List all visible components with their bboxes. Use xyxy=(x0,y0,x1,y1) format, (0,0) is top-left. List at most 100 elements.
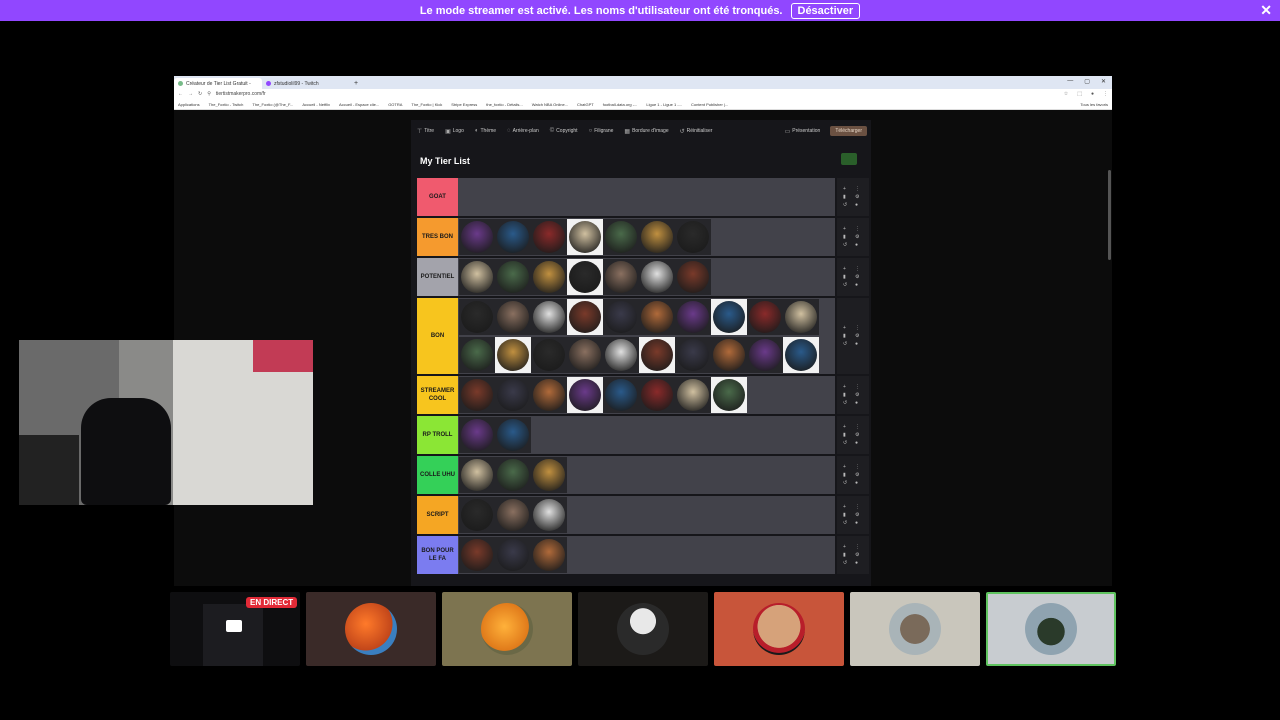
streamer-avatar[interactable] xyxy=(459,497,495,533)
streamer-avatar[interactable] xyxy=(747,337,783,373)
streamer-avatar[interactable] xyxy=(567,219,603,255)
maximize-icon[interactable]: ▢ xyxy=(1084,78,1090,85)
streamer-avatar[interactable] xyxy=(495,537,531,573)
delete-icon[interactable]: ▮ xyxy=(843,274,851,280)
bookmark-item[interactable]: The_Foxtio - Twitch xyxy=(209,102,244,107)
settings-icon[interactable]: ⚙ xyxy=(855,333,863,339)
color-icon[interactable]: ● xyxy=(855,560,863,566)
browser-tab-twitch[interactable]: zfstudiolil99 - Twitch xyxy=(262,78,350,89)
reset-icon[interactable]: ↺ xyxy=(843,520,851,526)
add-icon[interactable]: + xyxy=(843,325,851,331)
settings-icon[interactable]: ⚙ xyxy=(855,392,863,398)
streamer-avatar[interactable] xyxy=(675,377,711,413)
bookmark-star-icon[interactable]: ☆ xyxy=(1064,91,1068,97)
reset-icon[interactable]: ↺ xyxy=(843,202,851,208)
delete-icon[interactable]: ▮ xyxy=(843,432,851,438)
streamer-avatar[interactable] xyxy=(531,299,567,335)
download-button[interactable]: Télécharger xyxy=(830,126,867,136)
participant-tile[interactable] xyxy=(850,592,980,666)
color-icon[interactable]: ● xyxy=(855,202,863,208)
reset-icon[interactable]: ↺ xyxy=(843,480,851,486)
color-icon[interactable]: ● xyxy=(855,440,863,446)
streamer-avatar[interactable] xyxy=(747,299,783,335)
toolbar-filigrane-button[interactable]: ○ Filigrane xyxy=(589,128,614,134)
add-icon[interactable]: + xyxy=(843,464,851,470)
streamer-avatar[interactable] xyxy=(639,377,675,413)
settings-icon[interactable]: ⚙ xyxy=(855,552,863,558)
settings-icon[interactable]: ⚙ xyxy=(855,512,863,518)
streamer-avatar[interactable] xyxy=(459,259,495,295)
streamer-avatar[interactable] xyxy=(459,377,495,413)
add-icon[interactable]: + xyxy=(843,384,851,390)
streamer-avatar[interactable] xyxy=(711,377,747,413)
add-icon[interactable]: + xyxy=(843,504,851,510)
move-icon[interactable]: ⋮ xyxy=(855,544,863,550)
settings-icon[interactable]: ⚙ xyxy=(855,274,863,280)
reload-icon[interactable]: ↻ xyxy=(198,91,202,97)
participant-tile[interactable] xyxy=(306,592,436,666)
bookmark-item[interactable]: Accueil - Espace clie... xyxy=(339,102,379,107)
tier-label[interactable]: RP TROLL xyxy=(417,416,458,454)
toolbar-arri-re-plan-button[interactable]: ◌ Arrière-plan xyxy=(507,128,539,134)
streamer-avatar[interactable] xyxy=(495,497,531,533)
browser-tab-tierlist[interactable]: Créateur de Tier List Gratuit - xyxy=(174,78,262,89)
toolbar-r-initialiser-button[interactable]: ↺ Réinitialiser xyxy=(680,128,713,135)
reset-icon[interactable]: ↺ xyxy=(843,400,851,406)
streamer-avatar[interactable] xyxy=(639,219,675,255)
tier-label[interactable]: POTENTIEL xyxy=(417,258,458,296)
streamer-avatar[interactable] xyxy=(603,299,639,335)
bookmark-item[interactable]: the_foxtio - Détails... xyxy=(486,102,522,107)
streamer-avatar[interactable] xyxy=(675,259,711,295)
color-icon[interactable]: ● xyxy=(855,242,863,248)
streamer-avatar[interactable] xyxy=(495,259,531,295)
bookmark-item[interactable]: Ligue 1 - Ligue 1 -... xyxy=(646,102,682,107)
streamer-avatar[interactable] xyxy=(495,337,531,373)
move-icon[interactable]: ⋮ xyxy=(855,464,863,470)
add-icon[interactable]: + xyxy=(843,424,851,430)
delete-icon[interactable]: ▮ xyxy=(843,552,851,558)
streamer-avatar[interactable] xyxy=(531,377,567,413)
streamer-avatar[interactable] xyxy=(711,299,747,335)
move-icon[interactable]: ⋮ xyxy=(855,325,863,331)
bookmark-item[interactable]: ChatGPT xyxy=(577,102,594,107)
streamer-avatar[interactable] xyxy=(783,337,819,373)
streamer-avatar[interactable] xyxy=(603,219,639,255)
streamer-avatar[interactable] xyxy=(711,337,747,373)
new-tab-icon[interactable]: + xyxy=(350,80,362,89)
bookmark-item[interactable]: The_Foxtio (@The_F... xyxy=(252,102,293,107)
toolbar-logo-button[interactable]: ▣ Logo xyxy=(445,128,464,135)
move-icon[interactable]: ⋮ xyxy=(855,266,863,272)
settings-icon[interactable]: ⚙ xyxy=(855,194,863,200)
close-icon[interactable]: ✕ xyxy=(1260,2,1272,19)
bookmark-item[interactable]: Accueil - Netflix xyxy=(302,102,330,107)
streamer-avatar[interactable] xyxy=(459,219,495,255)
color-icon[interactable]: ● xyxy=(855,341,863,347)
tier-label[interactable]: GOAT xyxy=(417,178,458,216)
toolbar-bordure-d-image-button[interactable]: ▦ Bordure d'image xyxy=(624,128,668,135)
streamer-avatar[interactable] xyxy=(639,299,675,335)
streamer-avatar[interactable] xyxy=(567,299,603,335)
reset-icon[interactable]: ↺ xyxy=(843,282,851,288)
site-info-icon[interactable]: ⚲ xyxy=(207,91,211,97)
streamer-avatar[interactable] xyxy=(567,337,603,373)
back-icon[interactable]: ← xyxy=(178,91,183,97)
streamer-avatar[interactable] xyxy=(603,259,639,295)
settings-icon[interactable]: ⚙ xyxy=(855,472,863,478)
delete-icon[interactable]: ▮ xyxy=(843,392,851,398)
disable-streamer-mode-button[interactable]: Désactiver xyxy=(790,2,861,19)
delete-icon[interactable]: ▮ xyxy=(843,512,851,518)
participant-tile[interactable] xyxy=(442,592,572,666)
bookmark-item[interactable]: Watch NBA Online... xyxy=(532,102,568,107)
forward-icon[interactable]: → xyxy=(188,91,193,97)
settings-icon[interactable]: ⚙ xyxy=(855,432,863,438)
delete-icon[interactable]: ▮ xyxy=(843,472,851,478)
profile-icon[interactable]: ● xyxy=(1091,91,1094,97)
minimize-icon[interactable]: — xyxy=(1067,78,1073,85)
settings-icon[interactable]: ⚙ xyxy=(855,234,863,240)
streamer-avatar[interactable] xyxy=(459,299,495,335)
reset-icon[interactable]: ↺ xyxy=(843,560,851,566)
reset-icon[interactable]: ↺ xyxy=(843,242,851,248)
tier-label[interactable]: BON xyxy=(417,298,458,374)
color-icon[interactable]: ● xyxy=(855,520,863,526)
window-close-icon[interactable]: ✕ xyxy=(1101,78,1106,85)
